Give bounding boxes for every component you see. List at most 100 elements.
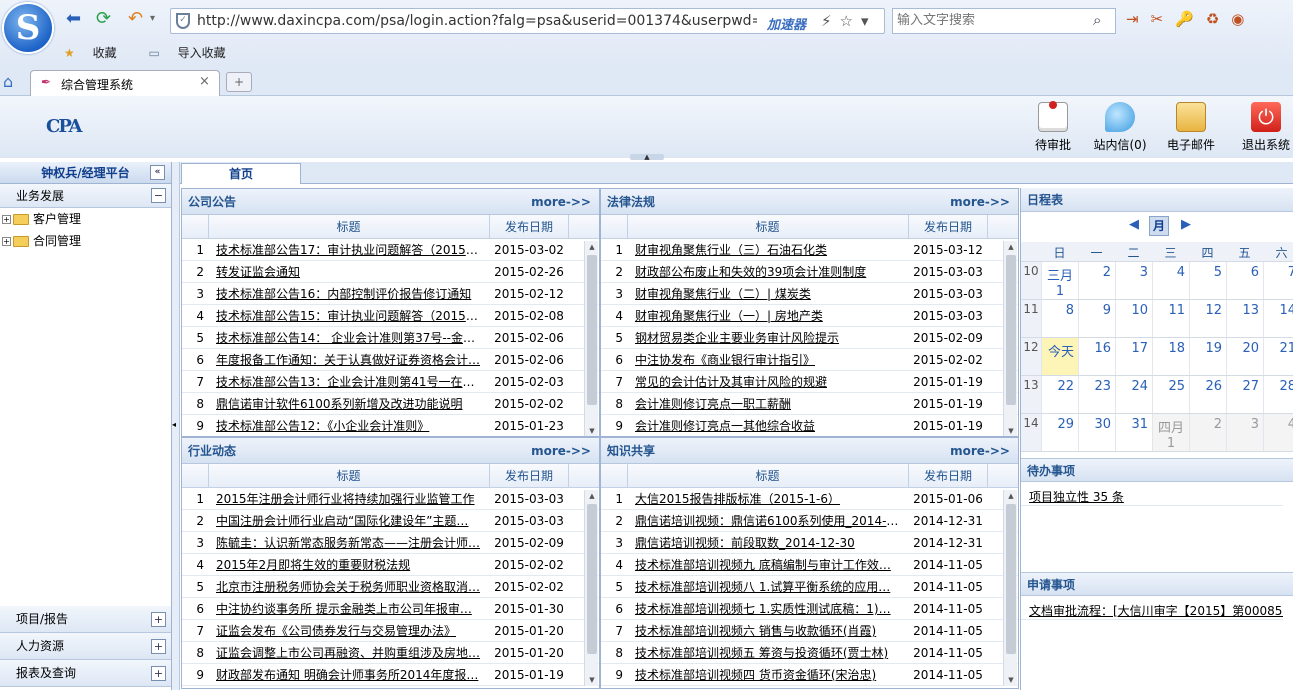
new-tab-button[interactable]: +: [226, 72, 252, 92]
table-row[interactable]: 5 钢材贸易类企业主要业务审计风险提示 2015-02-09: [601, 327, 1018, 349]
calendar-day[interactable]: 三月 1: [1041, 262, 1078, 299]
calendar-day[interactable]: 24: [1115, 376, 1152, 413]
tree-item-contract[interactable]: + 合同管理: [0, 230, 171, 252]
sidebar-splitter[interactable]: ◂: [172, 162, 180, 690]
table-row[interactable]: 1 大信2015报告排版标准（2015-1-6） 2015-01-06: [601, 488, 1018, 510]
calendar-day[interactable]: 17: [1115, 338, 1152, 375]
table-row[interactable]: 9 财政部发布通知 明确会计师事务所2014年度报… 2015-01-19: [182, 664, 599, 686]
row-title-link[interactable]: 财政部发布通知 明确会计师事务所2014年度报…: [216, 664, 484, 686]
calendar-next-icon[interactable]: ▶: [1181, 217, 1191, 232]
calendar-day[interactable]: 29: [1041, 414, 1078, 451]
scroll-down-icon[interactable]: ▼: [1004, 425, 1018, 436]
section-toggle[interactable]: +: [151, 639, 166, 654]
calendar-month-button[interactable]: 月: [1149, 216, 1169, 236]
row-title-link[interactable]: 中国注册会计师行业启动“国际化建设年”主题…: [216, 510, 484, 532]
row-title-link[interactable]: 鼎信诺培训视频：前段取数_2014-12-30: [635, 532, 903, 554]
row-title-link[interactable]: 鼎信诺审计软件6100系列新增及改进功能说明: [216, 393, 484, 415]
calendar-day[interactable]: 8: [1041, 300, 1078, 337]
section-toggle[interactable]: +: [151, 666, 166, 681]
calendar-prev-icon[interactable]: ◀: [1129, 217, 1139, 232]
table-row[interactable]: 6 技术标准部培训视频七 1.实质性测试底稿：1)… 2014-11-05: [601, 598, 1018, 620]
sidebar-section-business[interactable]: 业务发展 −: [0, 184, 171, 208]
back-icon[interactable]: ⬅: [66, 8, 81, 30]
row-title-link[interactable]: 技术标准部公告14： 企业会计准则第37号--金融…: [216, 327, 484, 349]
close-tab-icon[interactable]: ×: [199, 74, 210, 89]
calendar-day[interactable]: 11: [1152, 300, 1189, 337]
row-title-link[interactable]: 技术标准部培训视频七 1.实质性测试底稿：1)…: [635, 598, 903, 620]
panel-scrollbar[interactable]: ▲ ▼: [584, 490, 598, 686]
import-favorites-button[interactable]: ▭ 导入收藏: [148, 46, 239, 60]
calendar-day[interactable]: 四月 1: [1152, 414, 1189, 451]
row-title-link[interactable]: 技术标准部公告17：审计执业问题解答（2015年…: [216, 239, 484, 261]
calendar-day[interactable]: 21: [1263, 338, 1293, 375]
calendar-day[interactable]: 18: [1152, 338, 1189, 375]
home-icon[interactable]: ⌂: [3, 72, 13, 91]
row-title-link[interactable]: 技术标准部公告16：内部控制评价报告修订通知: [216, 283, 484, 305]
table-row[interactable]: 8 鼎信诺审计软件6100系列新增及改进功能说明 2015-02-02: [182, 393, 599, 415]
row-title-link[interactable]: 技术标准部培训视频六 销售与收款循环(肖霞): [635, 620, 903, 642]
more-link[interactable]: more->>: [950, 189, 1010, 215]
calendar-day[interactable]: 30: [1078, 414, 1115, 451]
row-title-link[interactable]: 转发证监会通知: [216, 261, 484, 283]
table-row[interactable]: 9 会计准则修订亮点一其他综合收益 2015-01-19: [601, 415, 1018, 436]
calendar-day[interactable]: 25: [1152, 376, 1189, 413]
table-row[interactable]: 5 技术标准部培训视频八 1.试算平衡系统的应用… 2014-11-05: [601, 576, 1018, 598]
table-row[interactable]: 4 技术标准部公告15：审计执业问题解答（2015年… 2015-02-08: [182, 305, 599, 327]
calendar-day[interactable]: 12: [1189, 300, 1226, 337]
row-title-link[interactable]: 技术标准部培训视频五 筹资与投资循环(贾士林): [635, 642, 903, 664]
table-row[interactable]: 2 鼎信诺培训视频：鼎信诺6100系列使用_2014-12… 2014-12-31: [601, 510, 1018, 532]
table-row[interactable]: 2 中国注册会计师行业启动“国际化建设年”主题… 2015-03-03: [182, 510, 599, 532]
url-bar[interactable]: ✓ http://www.daxincpa.com/psa/login.acti…: [170, 8, 885, 34]
panel-scrollbar[interactable]: ▲ ▼: [584, 241, 599, 436]
row-title-link[interactable]: 中注协约谈事务所 提示金融类上市公司年报审…: [216, 598, 484, 620]
table-row[interactable]: 1 2015年注册会计师行业将持续加强行业监管工作 2015-03-03: [182, 488, 599, 510]
calendar-day[interactable]: 23: [1078, 376, 1115, 413]
calendar-day[interactable]: 26: [1189, 376, 1226, 413]
row-title-link[interactable]: 技术标准部培训视频四 货币资金循环(宋治忠): [635, 664, 903, 686]
table-row[interactable]: 1 技术标准部公告17：审计执业问题解答（2015年… 2015-03-02: [182, 239, 599, 261]
section-toggle[interactable]: −: [151, 188, 166, 203]
row-title-link[interactable]: 年度报备工作通知：关于认真做好证券资格会计…: [216, 349, 484, 371]
calendar-day[interactable]: 22: [1041, 376, 1078, 413]
row-title-link[interactable]: 北京市注册税务师协会关于税务师职业资格取消…: [216, 576, 484, 598]
table-row[interactable]: 3 技术标准部公告16：内部控制评价报告修订通知 2015-02-12: [182, 283, 599, 305]
calendar-day[interactable]: 4: [1152, 262, 1189, 299]
table-row[interactable]: 4 财审视角聚焦行业（一）| 房地产类 2015-03-03: [601, 305, 1018, 327]
panel-scrollbar[interactable]: ▲ ▼: [1003, 490, 1017, 686]
calendar-day[interactable]: 28: [1263, 376, 1293, 413]
sidebar-section-reports[interactable]: 报表及查询 +: [0, 660, 171, 687]
sidebar-section-projects[interactable]: 项目/报告 +: [0, 606, 171, 633]
calendar-day[interactable]: 9: [1078, 300, 1115, 337]
table-row[interactable]: 5 北京市注册税务师协会关于税务师职业资格取消… 2015-02-02: [182, 576, 599, 598]
table-row[interactable]: 6 年度报备工作通知：关于认真做好证券资格会计… 2015-02-06: [182, 349, 599, 371]
row-title-link[interactable]: 钢材贸易类企业主要业务审计风险提示: [635, 327, 903, 349]
row-title-link[interactable]: 大信2015报告排版标准（2015-1-6）: [635, 488, 903, 510]
calendar-day[interactable]: 3: [1226, 414, 1263, 451]
browser-logo-icon[interactable]: S: [2, 2, 54, 54]
row-title-link[interactable]: 陈毓圭：认识新常态服务新常态——注册会计师…: [216, 532, 484, 554]
calendar-day[interactable]: 6: [1226, 262, 1263, 299]
search-icon[interactable]: ⌕: [1093, 11, 1101, 29]
row-title-link[interactable]: 技术标准部公告12：《小企业会计准则》: [216, 415, 484, 436]
table-row[interactable]: 4 2015年2月即将生效的重要财税法规 2015-02-02: [182, 554, 599, 576]
table-row[interactable]: 2 转发证监会通知 2015-02-26: [182, 261, 599, 283]
scroll-up-icon[interactable]: ▲: [1004, 241, 1018, 253]
row-title-link[interactable]: 常见的会计估计及其审计风险的规避: [635, 371, 903, 393]
scroll-thumb[interactable]: [1006, 255, 1016, 405]
extension-icons[interactable]: ⇥✂🔑♻◉: [1126, 10, 1256, 28]
more-link[interactable]: more->>: [950, 438, 1010, 464]
panel-scrollbar[interactable]: ▲ ▼: [1003, 241, 1018, 436]
url-action-icons[interactable]: ⚡☆▾: [821, 12, 877, 30]
tree-item-customer[interactable]: + 客户管理: [0, 208, 171, 230]
table-row[interactable]: 3 财审视角聚焦行业（二）| 煤炭类 2015-03-03: [601, 283, 1018, 305]
row-title-link[interactable]: 财审视角聚焦行业（二）| 煤炭类: [635, 283, 903, 305]
scroll-up-icon[interactable]: ▲: [585, 241, 599, 253]
calendar-day[interactable]: 19: [1189, 338, 1226, 375]
url-text[interactable]: http://www.daxincpa.com/psa/login.action…: [197, 13, 757, 29]
table-row[interactable]: 8 技术标准部培训视频五 筹资与投资循环(贾士林) 2014-11-05: [601, 642, 1018, 664]
calendar-day[interactable]: 10: [1115, 300, 1152, 337]
scroll-down-icon[interactable]: ▼: [1004, 674, 1018, 686]
calendar-day[interactable]: 3: [1115, 262, 1152, 299]
row-title-link[interactable]: 鼎信诺培训视频：鼎信诺6100系列使用_2014-12…: [635, 510, 903, 532]
table-row[interactable]: 8 会计准则修订亮点一职工薪酬 2015-01-19: [601, 393, 1018, 415]
